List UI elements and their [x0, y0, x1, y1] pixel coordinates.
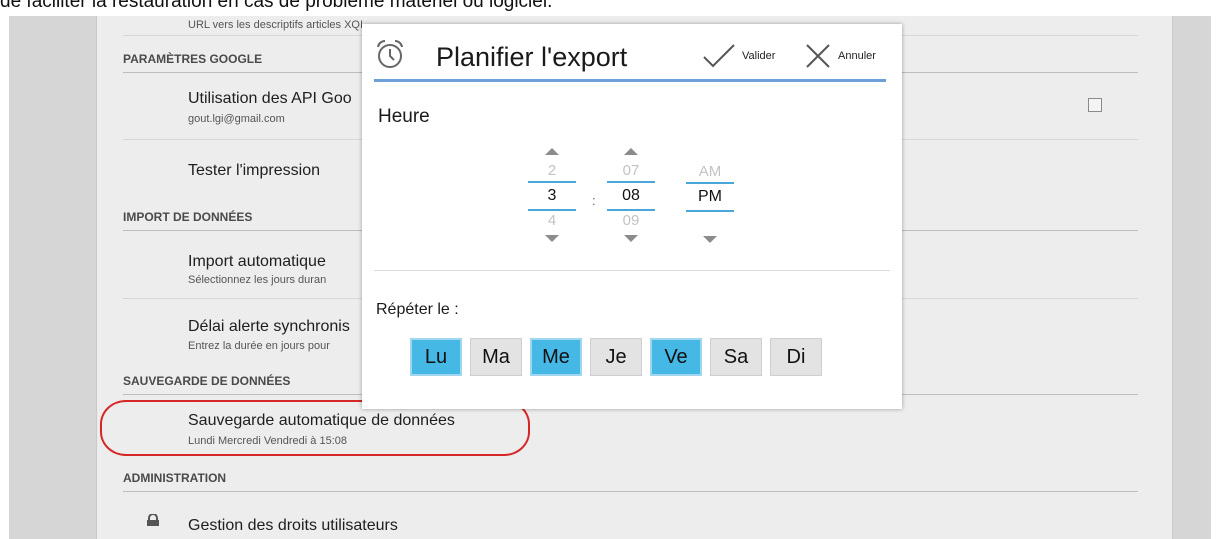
hour-prev[interactable]: 2 — [528, 161, 576, 181]
hour-picker[interactable]: 2 3 4 — [528, 148, 576, 242]
auto-import-title[interactable]: Import automatique — [188, 253, 326, 271]
validate-label: Valider — [742, 50, 776, 62]
hour-down-icon[interactable] — [545, 235, 559, 242]
cancel-button[interactable]: Annuler — [804, 40, 876, 72]
sync-delay-title[interactable]: Délai alerte synchronis — [188, 318, 350, 336]
minute-value[interactable]: 08 — [607, 181, 655, 211]
auto-import-sub: Sélectionnez les jours duran — [188, 274, 327, 286]
hour-value[interactable]: 3 — [528, 181, 576, 211]
close-icon — [806, 44, 830, 68]
repeat-label: Répéter le : — [376, 301, 459, 318]
title-divider — [374, 79, 886, 82]
day-toggle-sa[interactable]: Sa — [710, 338, 762, 376]
day-toggle-me[interactable]: Me — [530, 338, 582, 376]
document-caption: de faciliter la restauration en cas de p… — [0, 0, 553, 12]
day-toggle-di[interactable]: Di — [770, 338, 822, 376]
sync-delay-sub: Entrez la durée en jours pour — [188, 340, 330, 352]
ampm-prev[interactable]: AM — [686, 162, 734, 182]
day-selector: Lu Ma Me Je Ve Sa Di — [410, 338, 822, 376]
alarm-clock-icon — [377, 39, 403, 68]
hour-next[interactable]: 4 — [528, 211, 576, 231]
ampm-picker[interactable]: AM PM — [686, 162, 734, 243]
hour-label: Heure — [378, 106, 430, 127]
lock-icon — [147, 514, 159, 526]
section-admin: ADMINISTRATION — [123, 471, 1138, 492]
url-articles-sub: URL vers les descriptifs articles XQI — [188, 19, 364, 31]
google-api-title[interactable]: Utilisation des API Goo — [188, 90, 352, 108]
checkmark-icon — [703, 44, 735, 68]
time-separator: : — [592, 193, 596, 208]
minute-prev[interactable]: 07 — [607, 161, 655, 181]
ampm-down-icon[interactable] — [703, 236, 717, 243]
cancel-label: Annuler — [838, 50, 876, 62]
dialog-title: Planifier l'export — [436, 42, 628, 72]
schedule-export-dialog: Planifier l'export Valider Annuler Heure… — [362, 24, 902, 409]
hour-up-icon[interactable] — [545, 148, 559, 155]
validate-button[interactable]: Valider — [702, 40, 775, 72]
minute-picker[interactable]: 07 08 09 — [607, 148, 655, 242]
minute-up-icon[interactable] — [624, 148, 638, 155]
divider — [374, 270, 890, 271]
minute-down-icon[interactable] — [624, 235, 638, 242]
day-toggle-ve[interactable]: Ve — [650, 338, 702, 376]
ampm-value[interactable]: PM — [686, 182, 734, 212]
minute-next[interactable]: 09 — [607, 211, 655, 231]
test-print-title[interactable]: Tester l'impression — [188, 162, 320, 180]
user-rights-title[interactable]: Gestion des droits utilisateurs — [188, 517, 398, 535]
day-toggle-ma[interactable]: Ma — [470, 338, 522, 376]
day-toggle-je[interactable]: Je — [590, 338, 642, 376]
google-api-checkbox[interactable] — [1088, 98, 1102, 112]
google-api-account: gout.lgi@gmail.com — [188, 113, 285, 125]
day-toggle-lu[interactable]: Lu — [410, 338, 462, 376]
